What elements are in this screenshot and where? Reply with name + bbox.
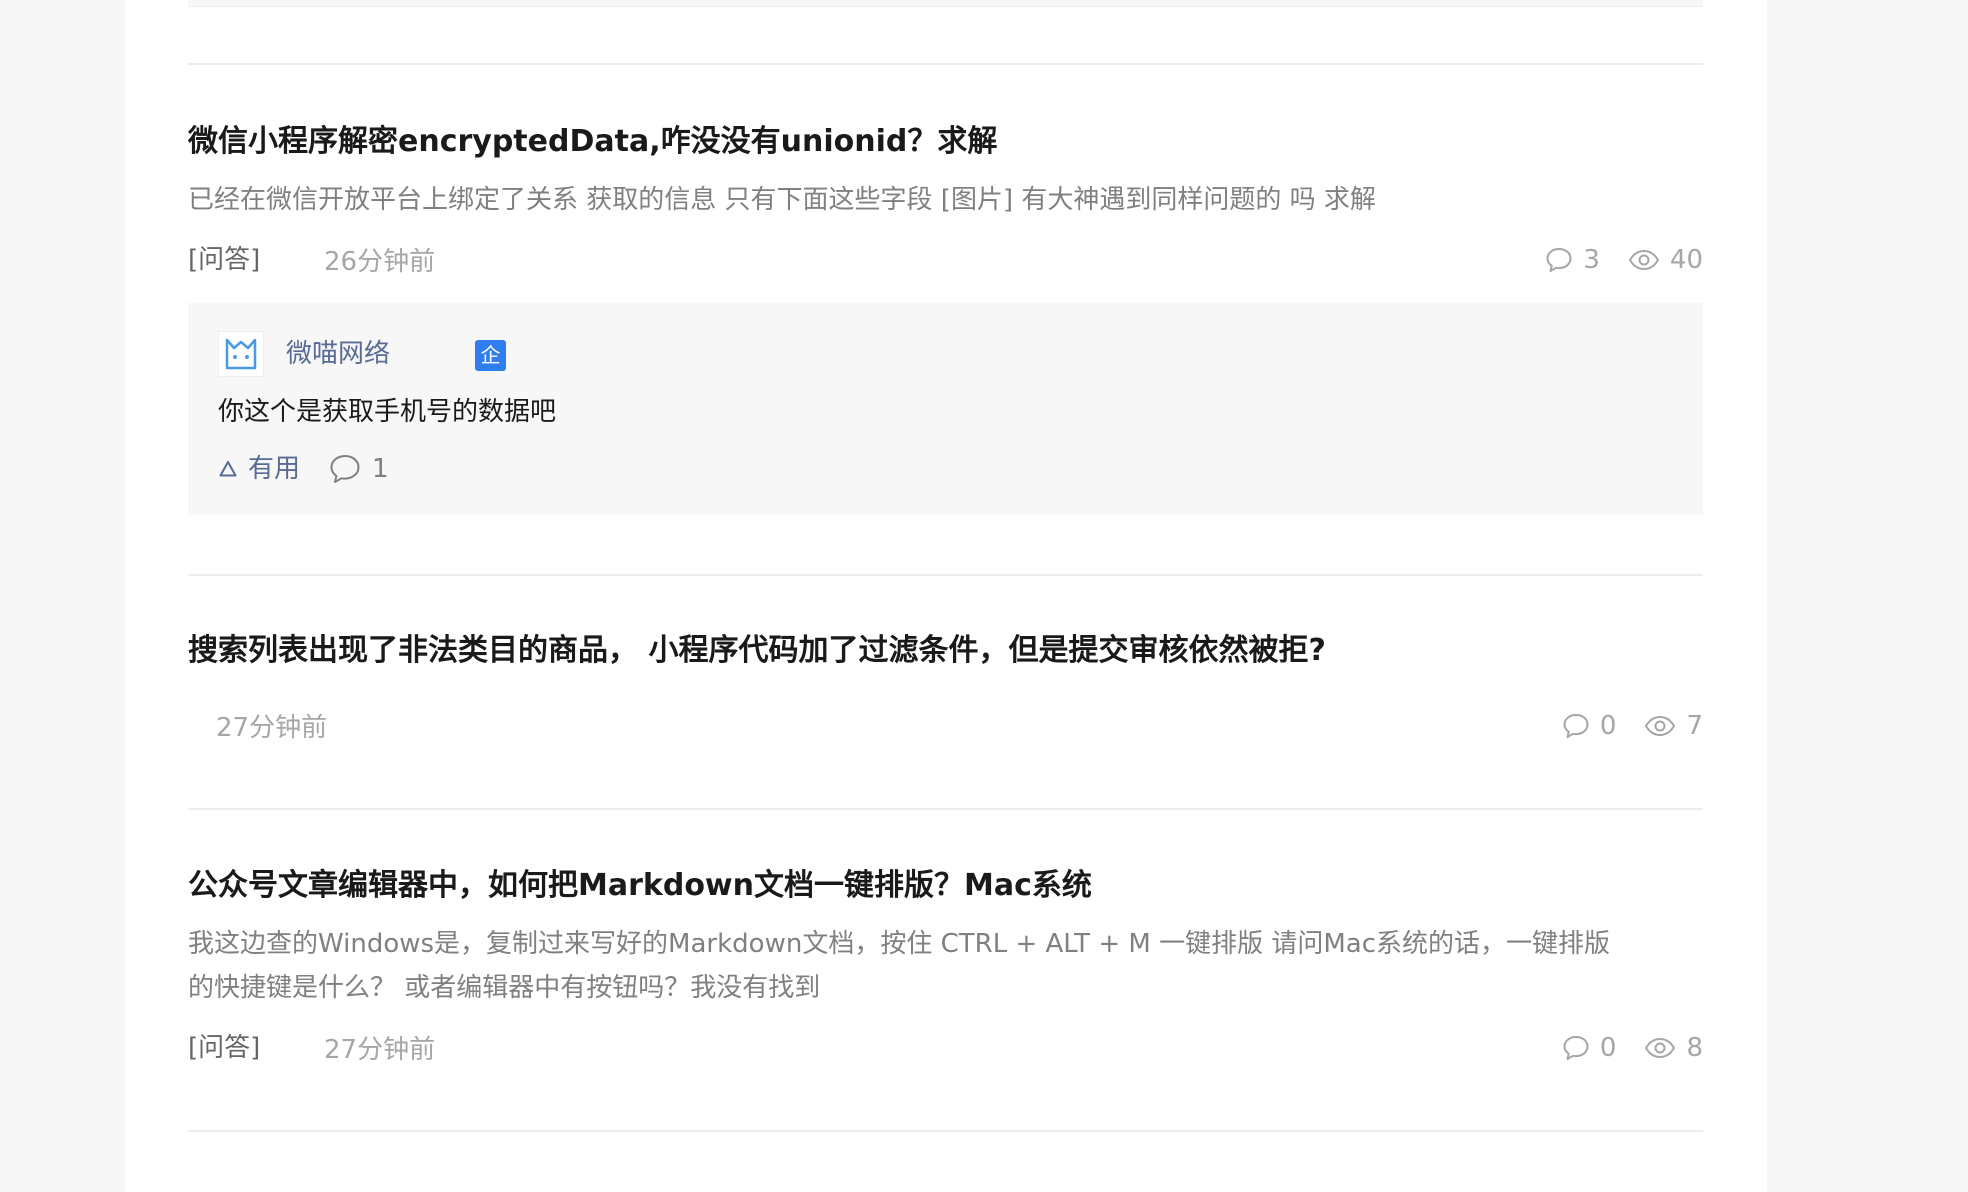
eye-icon — [1645, 1038, 1676, 1058]
divider — [188, 63, 1703, 65]
question-time: 26分钟前 — [324, 247, 436, 277]
answer-actions: 有用 1 — [218, 451, 389, 487]
answer-comment-button[interactable]: 1 — [328, 451, 389, 487]
divider — [188, 1130, 1703, 1132]
eye-icon — [1628, 250, 1659, 270]
view-stat: 40 — [1628, 242, 1703, 278]
question-excerpt[interactable]: 已经在微信开放平台上绑定了关系 获取的信息 只有下面这些字段 [图片] 有大神遇… — [188, 178, 1703, 222]
question-stats: 0 7 — [1562, 708, 1703, 744]
question-list-page: 微信小程序解密encryptedData,咋没没有unionid？求解 已经在微… — [125, 0, 1767, 1192]
previous-card-edge — [188, 0, 1703, 7]
divider — [188, 574, 1703, 576]
question-stats: 0 8 — [1562, 1030, 1703, 1066]
answer-text[interactable]: 你这个是获取手机号的数据吧 — [218, 392, 556, 432]
useful-button[interactable]: 有用 — [218, 451, 300, 487]
top-answer: 微喵网络 企 你这个是获取手机号的数据吧 有用 1 — [188, 303, 1703, 515]
eye-icon — [1645, 716, 1676, 736]
question-excerpt-line-2[interactable]: 的快捷键是什么？ 或者编辑器中有按钮吗？我没有找到 — [188, 966, 1703, 1010]
view-stat: 8 — [1644, 1030, 1703, 1066]
speech-bubble-icon — [1563, 714, 1589, 738]
enterprise-badge: 企 — [475, 340, 506, 371]
question-title[interactable]: 微信小程序解密encryptedData,咋没没有unionid？求解 — [188, 122, 1703, 162]
question-tag[interactable]: [问答] — [188, 242, 260, 278]
view-count: 40 — [1669, 245, 1703, 275]
weimiao-logo-icon — [225, 338, 257, 370]
answer-author[interactable]: 微喵网络 — [286, 336, 390, 372]
speech-bubble-icon — [1546, 248, 1572, 272]
question-excerpt-line-1[interactable]: 我这边查的Windows是，复制过来写好的Markdown文档，按住 CTRL … — [188, 922, 1703, 966]
question-time: 27分钟前 — [324, 1035, 436, 1065]
comment-stat[interactable]: 3 — [1545, 242, 1600, 278]
speech-bubble-icon — [1563, 1036, 1589, 1060]
comment-count: 0 — [1599, 711, 1617, 741]
comment-stat[interactable]: 0 — [1562, 1030, 1617, 1066]
question-title[interactable]: 公众号文章编辑器中，如何把Markdown文档一键排版？Mac系统 — [188, 866, 1703, 906]
question-time: 27分钟前 — [216, 713, 328, 743]
question-stats: 3 40 — [1545, 242, 1703, 278]
speech-bubble-icon — [330, 455, 360, 483]
comment-stat[interactable]: 0 — [1562, 708, 1617, 744]
comment-count: 3 — [1583, 245, 1600, 275]
question-tag[interactable]: [问答] — [188, 1030, 260, 1066]
question-title[interactable]: 搜索列表出现了非法类目的商品， 小程序代码加了过滤条件，但是提交审核依然被拒? — [188, 631, 1703, 671]
comment-count: 0 — [1599, 1033, 1617, 1063]
answer-comment-count: 1 — [372, 454, 389, 484]
view-stat: 7 — [1644, 708, 1703, 744]
useful-label: 有用 — [248, 454, 301, 484]
triangle-up-icon — [219, 461, 237, 477]
avatar[interactable] — [218, 331, 264, 377]
divider — [188, 808, 1703, 810]
view-count: 8 — [1686, 1033, 1703, 1063]
view-count: 7 — [1686, 711, 1703, 741]
